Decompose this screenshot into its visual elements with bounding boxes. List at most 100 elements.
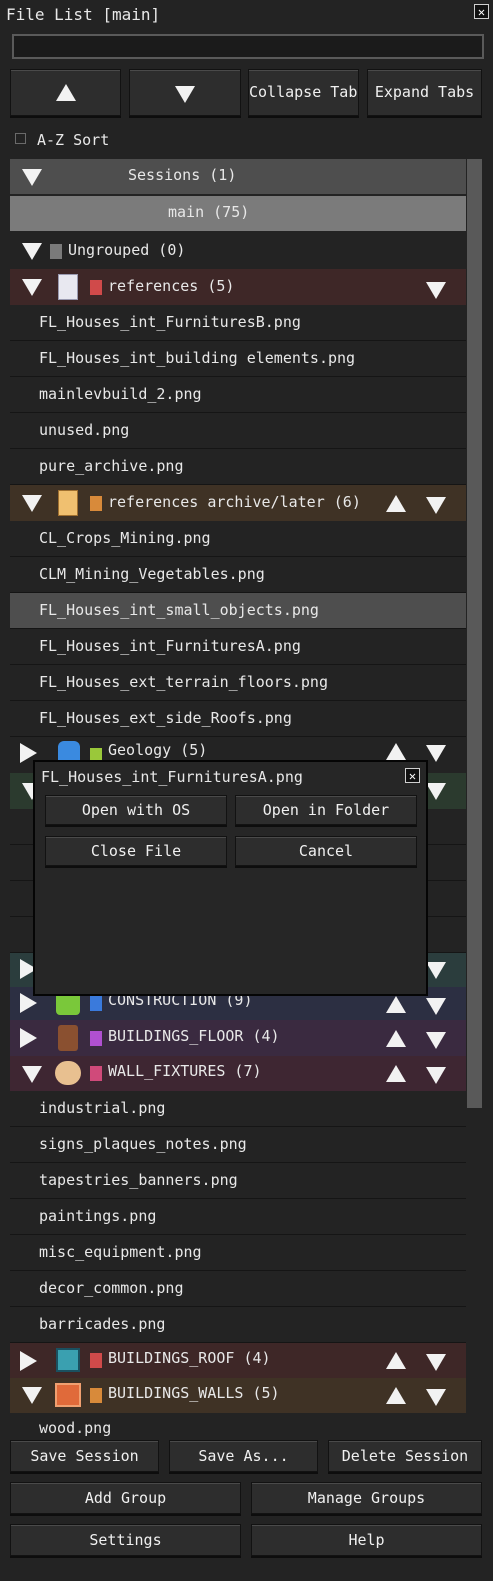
open-with-os-button[interactable]: Open with OS bbox=[45, 795, 227, 825]
move-up-icon[interactable] bbox=[386, 1030, 406, 1047]
expand-tabs-button[interactable]: Expand Tabs bbox=[367, 69, 482, 116]
group-references-archive[interactable]: references archive/later (6) bbox=[10, 485, 466, 521]
group-color-swatch bbox=[90, 996, 102, 1011]
file-name: FL_Houses_int_FurnituresA.png bbox=[39, 637, 301, 655]
move-down-icon[interactable] bbox=[426, 1389, 446, 1406]
file-row[interactable]: FL_Houses_int_FurnituresA.png bbox=[10, 629, 466, 665]
file-row[interactable]: CL_Crops_Mining.png bbox=[10, 521, 466, 557]
file-row-selected[interactable]: FL_Houses_int_small_objects.png bbox=[10, 593, 466, 629]
book-icon bbox=[56, 1348, 80, 1372]
move-up-icon[interactable] bbox=[386, 1352, 406, 1369]
move-down-button[interactable] bbox=[129, 69, 241, 116]
collapse-icon[interactable] bbox=[22, 243, 42, 260]
file-row[interactable]: FL_Houses_int_building elements.png bbox=[10, 341, 466, 377]
open-in-folder-button[interactable]: Open in Folder bbox=[235, 795, 417, 825]
group-label: Geology (5) bbox=[108, 741, 208, 759]
move-up-icon[interactable] bbox=[386, 495, 406, 512]
collapse-icon[interactable] bbox=[22, 279, 42, 296]
file-name: signs_plaques_notes.png bbox=[39, 1135, 247, 1153]
move-down-icon[interactable] bbox=[426, 1354, 446, 1371]
file-row[interactable]: barricades.png bbox=[10, 1307, 466, 1343]
file-name: CL_Crops_Mining.png bbox=[39, 529, 211, 547]
group-label: BUILDINGS_WALLS (5) bbox=[108, 1384, 280, 1402]
group-label: BUILDINGS_ROOF (4) bbox=[108, 1349, 271, 1367]
file-row[interactable]: unused.png bbox=[10, 413, 466, 449]
group-wall-fixtures[interactable]: WALL_FIXTURES (7) bbox=[10, 1056, 466, 1091]
sessions-header[interactable]: Sessions (1) bbox=[10, 159, 466, 194]
file-row[interactable]: misc_equipment.png bbox=[10, 1235, 466, 1271]
help-button[interactable]: Help bbox=[251, 1524, 482, 1556]
file-row[interactable]: tapestries_banners.png bbox=[10, 1163, 466, 1199]
file-row[interactable]: wood.png bbox=[10, 1413, 466, 1437]
file-name: FL_Houses_ext_terrain_floors.png bbox=[39, 673, 328, 691]
move-down-icon[interactable] bbox=[426, 998, 446, 1015]
group-color-swatch bbox=[90, 1388, 102, 1403]
save-session-button[interactable]: Save Session bbox=[10, 1440, 159, 1472]
move-up-icon[interactable] bbox=[386, 1387, 406, 1404]
expand-icon[interactable] bbox=[20, 993, 37, 1013]
collapse-icon[interactable] bbox=[22, 1387, 42, 1404]
file-name: unused.png bbox=[39, 421, 130, 439]
collapse-icon[interactable] bbox=[22, 495, 42, 512]
palette-icon bbox=[55, 1061, 81, 1085]
move-down-icon[interactable] bbox=[426, 1067, 446, 1084]
close-file-button[interactable]: Close File bbox=[45, 836, 227, 866]
cancel-button[interactable]: Cancel bbox=[235, 836, 417, 866]
file-row[interactable]: FL_Houses_int_FurnituresB.png bbox=[10, 305, 466, 341]
add-group-button[interactable]: Add Group bbox=[10, 1482, 241, 1514]
file-row[interactable]: decor_common.png bbox=[10, 1271, 466, 1307]
file-row[interactable]: industrial.png bbox=[10, 1091, 466, 1127]
delete-session-button[interactable]: Delete Session bbox=[328, 1440, 482, 1472]
file-row[interactable]: mainlevbuild_2.png bbox=[10, 377, 466, 413]
move-up-icon[interactable] bbox=[386, 996, 406, 1013]
group-label: WALL_FIXTURES (7) bbox=[108, 1062, 262, 1080]
group-color-swatch bbox=[50, 244, 62, 259]
settings-button[interactable]: Settings bbox=[10, 1524, 241, 1556]
arrow-down-icon bbox=[175, 86, 195, 103]
move-down-icon[interactable] bbox=[426, 962, 446, 979]
file-row[interactable]: paintings.png bbox=[10, 1199, 466, 1235]
move-down-icon[interactable] bbox=[426, 745, 446, 762]
file-row[interactable]: FL_Houses_ext_terrain_floors.png bbox=[10, 665, 466, 701]
move-down-icon[interactable] bbox=[426, 1032, 446, 1049]
group-references[interactable]: references (5) bbox=[10, 269, 466, 305]
session-main-label: main (75) bbox=[168, 203, 250, 221]
az-sort-checkbox[interactable] bbox=[15, 133, 26, 144]
window-title: File List [main] bbox=[6, 5, 161, 24]
session-main[interactable]: main (75) bbox=[10, 196, 466, 231]
file-name: FL_Houses_int_FurnituresB.png bbox=[39, 313, 301, 331]
file-row[interactable]: CLM_Mining_Vegetables.png bbox=[10, 557, 466, 593]
collapse-icon[interactable] bbox=[22, 1066, 42, 1083]
group-buildings-floor[interactable]: BUILDINGS_FLOOR (4) bbox=[10, 1020, 466, 1056]
file-row[interactable]: FL_Houses_ext_side_Roofs.png bbox=[10, 701, 466, 737]
expand-icon[interactable] bbox=[20, 1028, 37, 1048]
group-ungrouped[interactable]: Ungrouped (0) bbox=[10, 233, 466, 269]
collapse-tabs-button[interactable]: Collapse Tabs bbox=[248, 69, 359, 116]
close-icon[interactable]: ✕ bbox=[474, 4, 489, 19]
move-up-icon[interactable] bbox=[386, 743, 406, 760]
move-down-icon[interactable] bbox=[426, 497, 446, 514]
move-up-icon[interactable] bbox=[386, 1065, 406, 1082]
popup-close-icon[interactable]: ✕ bbox=[405, 768, 420, 783]
move-down-icon[interactable] bbox=[426, 783, 446, 800]
file-row[interactable]: signs_plaques_notes.png bbox=[10, 1127, 466, 1163]
expand-icon[interactable] bbox=[20, 1351, 37, 1371]
group-label: BUILDINGS_FLOOR (4) bbox=[108, 1027, 280, 1045]
az-sort-label: A-Z Sort bbox=[37, 131, 110, 149]
move-down-icon[interactable] bbox=[426, 282, 446, 299]
group-label: references (5) bbox=[108, 277, 235, 295]
manage-groups-button[interactable]: Manage Groups bbox=[251, 1482, 482, 1514]
save-as-button[interactable]: Save As... bbox=[169, 1440, 318, 1472]
file-name: CLM_Mining_Vegetables.png bbox=[39, 565, 265, 583]
file-name: FL_Houses_int_building elements.png bbox=[39, 349, 356, 367]
group-buildings-roof[interactable]: BUILDINGS_ROOF (4) bbox=[10, 1343, 466, 1378]
group-buildings-walls[interactable]: BUILDINGS_WALLS (5) bbox=[10, 1378, 466, 1413]
file-row[interactable]: pure_archive.png bbox=[10, 449, 466, 485]
file-name: paintings.png bbox=[39, 1207, 157, 1225]
search-input[interactable] bbox=[12, 34, 484, 59]
collapse-icon[interactable] bbox=[22, 169, 42, 186]
move-up-button[interactable] bbox=[10, 69, 121, 116]
scroll-icon bbox=[58, 490, 78, 516]
popup-title: FL_Houses_int_FurnituresA.png bbox=[41, 768, 303, 786]
scrollbar[interactable] bbox=[467, 159, 482, 1108]
